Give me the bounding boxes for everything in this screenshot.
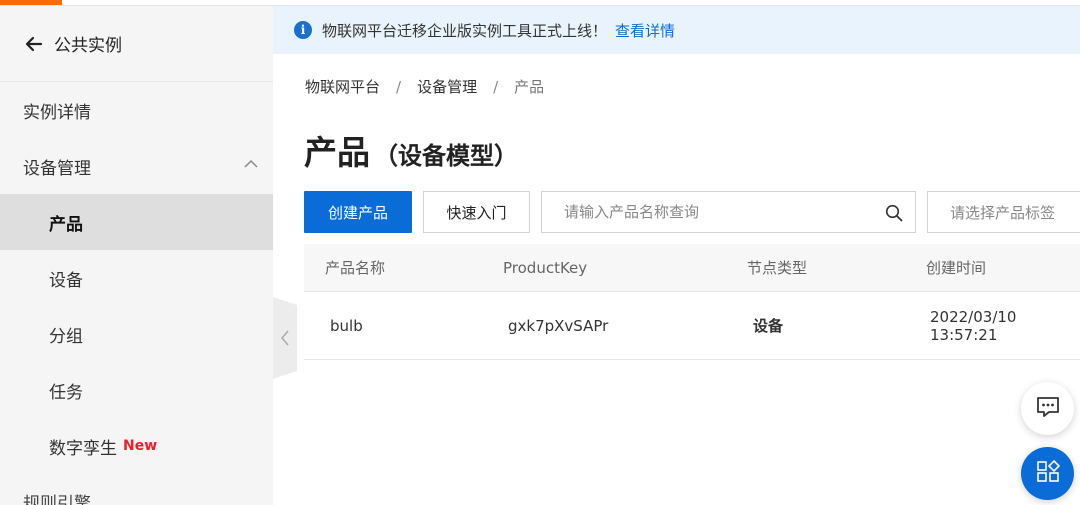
product-tag-select[interactable]: 请选择产品标签 — [927, 191, 1080, 233]
breadcrumb-separator: / — [396, 77, 402, 96]
back-label: 公共实例 — [54, 36, 122, 56]
column-header-product-key: ProductKey — [503, 258, 588, 277]
product-table: 产品名称 ProductKey 节点类型 创建时间 bulb gxk7pXvSA… — [304, 244, 1080, 360]
breadcrumb: 物联网平台 / 设备管理 / 产品 — [305, 76, 544, 97]
sidebar-item-label: 设备 — [49, 270, 83, 291]
breadcrumb-item-device-management[interactable]: 设备管理 — [417, 76, 477, 97]
column-header-product-name: 产品名称 — [325, 259, 386, 277]
sidebar-item-label: 规则引擎 — [23, 494, 91, 505]
sidebar-item-instance-detail[interactable]: 实例详情 — [0, 82, 273, 138]
product-tag-placeholder: 请选择产品标签 — [950, 203, 1056, 222]
announcement-text: 物联网平台迁移企业版实例工具正式上线！ — [322, 21, 608, 40]
breadcrumb-item-iot-platform[interactable]: 物联网平台 — [305, 76, 380, 97]
page-title: 产品 （设备模型） — [304, 126, 518, 174]
view-details-link[interactable]: 查看详情 — [615, 20, 675, 41]
sidebar-item-device-management[interactable]: 设备管理 — [0, 138, 273, 194]
sidebar-collapse-handle[interactable] — [273, 297, 297, 379]
sidebar-item-group[interactable]: 分组 — [0, 306, 273, 362]
cell-product-key: gxk7pXvSAPr — [508, 316, 609, 335]
sidebar: 公共实例 实例详情 设备管理 产品 设备 分组 任务 数字孪生 New 规则引擎 — [0, 6, 273, 505]
product-search-input[interactable] — [542, 192, 872, 232]
sidebar-item-product[interactable]: 产品 — [0, 194, 273, 250]
chat-support-button[interactable] — [1021, 382, 1074, 435]
info-icon: i — [294, 21, 312, 39]
quick-start-button[interactable]: 快速入门 — [423, 191, 530, 233]
page-title-main: 产品 — [304, 133, 370, 172]
create-product-button[interactable]: 创建产品 — [304, 191, 412, 233]
announcement-banner: i 物联网平台迁移企业版实例工具正式上线！ 查看详情 — [273, 6, 1080, 54]
cell-node-type: 设备 — [753, 317, 784, 335]
chat-icon — [1035, 395, 1061, 423]
new-badge: New — [123, 438, 158, 454]
table-header: 产品名称 ProductKey 节点类型 创建时间 — [304, 244, 1080, 292]
sidebar-item-label: 分组 — [49, 326, 83, 347]
sidebar-item-label: 设备管理 — [23, 158, 91, 179]
breadcrumb-separator: / — [493, 77, 499, 96]
sidebar-item-rule-engine[interactable]: 规则引擎 — [0, 474, 273, 505]
sidebar-item-label: 产品 — [49, 214, 83, 235]
table-row[interactable]: bulb gxk7pXvSAPr 设备 2022/03/10 13:57:21 — [304, 292, 1080, 360]
cell-created-time: 2022/03/10 13:57:21 — [930, 307, 1017, 344]
apps-grid-icon — [1035, 459, 1061, 489]
cell-product-name: bulb — [330, 316, 363, 335]
chevron-up-icon — [243, 156, 259, 172]
column-header-node-type: 节点类型 — [747, 259, 808, 277]
arrow-left-icon — [24, 34, 44, 54]
apps-menu-button[interactable] — [1021, 447, 1074, 500]
sidebar-item-label: 数字孪生 — [49, 438, 117, 459]
column-header-created-time: 创建时间 — [926, 259, 987, 277]
back-to-public-instance[interactable]: 公共实例 — [0, 6, 273, 82]
sidebar-item-label: 实例详情 — [23, 102, 91, 123]
page-title-subtitle: （设备模型） — [374, 142, 518, 170]
product-search-box — [541, 191, 916, 233]
sidebar-item-task[interactable]: 任务 — [0, 362, 273, 418]
sidebar-item-digital-twin[interactable]: 数字孪生 New — [0, 418, 273, 474]
sidebar-item-device[interactable]: 设备 — [0, 250, 273, 306]
breadcrumb-item-product: 产品 — [514, 78, 545, 96]
app-root: 公共实例 实例详情 设备管理 产品 设备 分组 任务 数字孪生 New 规则引擎 — [0, 0, 1080, 505]
sidebar-item-label: 任务 — [49, 382, 83, 403]
search-icon[interactable] — [885, 204, 903, 222]
